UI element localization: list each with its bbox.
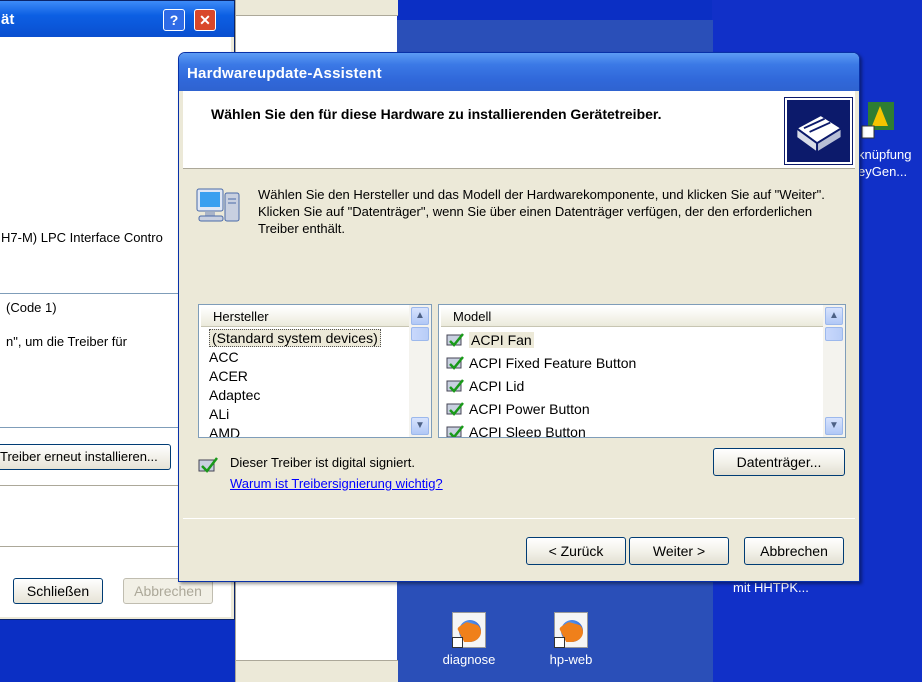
signed-driver-icon (446, 425, 464, 437)
close-dialog-button[interactable]: Schließen (13, 578, 103, 604)
cancel-button[interactable]: Abbrechen (744, 537, 844, 565)
list-item[interactable]: ACPI Lid (439, 375, 636, 398)
wizard-heading: Wählen Sie den für diese Hardware zu ins… (211, 106, 662, 122)
list-item[interactable]: AMD (199, 424, 381, 437)
firefox-shortcut-icon: ↗ (554, 612, 588, 648)
signed-driver-icon (446, 402, 464, 416)
desktop-icon-label: diagnose (442, 652, 496, 667)
reinstall-driver-button[interactable]: Treiber erneut installieren... (0, 444, 171, 470)
wizard-title: Hardwareupdate-Assistent (187, 65, 382, 82)
background-window-2-titlebar (236, 0, 398, 16)
desktop-icon-diagnose[interactable]: ↗ diagnose (429, 612, 509, 667)
device-status-text: n", um die Treiber für (6, 334, 127, 349)
model-column-header: Modell (441, 307, 823, 327)
list-item[interactable]: ALi (199, 405, 381, 424)
manufacturer-scrollbar[interactable]: ▲ ▼ (409, 305, 431, 437)
firefox-shortcut-icon: ↗ (452, 612, 486, 648)
driver-signing-link[interactable]: Warum ist Treibersignierung wichtig? (230, 476, 443, 491)
keygen-shortcut-icon[interactable] (858, 96, 900, 142)
signed-driver-icon (446, 379, 464, 393)
model-listbox[interactable]: Modell ACPI Fan ACPI Fixed Feature Butto… (438, 304, 846, 438)
device-properties-titlebar: ät ? ✕ (0, 1, 234, 37)
scroll-thumb[interactable] (825, 327, 843, 341)
have-disk-button[interactable]: Datenträger... (713, 448, 845, 476)
back-button[interactable]: < Zurück (526, 537, 626, 565)
model-scrollbar[interactable]: ▲ ▼ (823, 305, 845, 437)
device-status-box: (Code 1) n", um die Treiber für (0, 293, 184, 428)
list-item[interactable]: ACC (199, 348, 381, 367)
scroll-down-arrow-icon[interactable]: ▼ (411, 417, 429, 435)
wizard-titlebar[interactable]: Hardwareupdate-Assistent (179, 53, 859, 91)
desktop-icon-keygen-label: knüpfung eyGen... (858, 147, 912, 179)
signed-driver-icon (446, 356, 464, 370)
next-button[interactable]: Weiter > (629, 537, 729, 565)
signed-driver-icon (446, 333, 464, 347)
background-window-2-statusbar (236, 660, 398, 682)
desktop-icon-label-partial: mit HHTPK... (733, 580, 809, 595)
computer-icon (196, 188, 240, 222)
signed-driver-icon (198, 457, 218, 473)
instructions-text: Wählen Sie den Hersteller und das Modell… (258, 187, 825, 236)
divider (183, 518, 855, 519)
scroll-down-arrow-icon[interactable]: ▼ (825, 417, 843, 435)
manufacturer-listbox[interactable]: Hersteller (Standard system devices) ACC… (198, 304, 432, 438)
model-list: ACPI Fan ACPI Fixed Feature Button ACPI … (439, 329, 636, 437)
wizard-header: Wählen Sie den für diese Hardware zu ins… (183, 91, 855, 169)
digitally-signed-text: Dieser Treiber ist digital signiert. (230, 455, 415, 470)
list-item[interactable]: ACER (199, 367, 381, 386)
scroll-up-arrow-icon[interactable]: ▲ (411, 307, 429, 325)
list-item[interactable]: ACPI Fixed Feature Button (439, 352, 636, 375)
scroll-up-arrow-icon[interactable]: ▲ (825, 307, 843, 325)
manufacturer-column-header: Hersteller (201, 307, 409, 327)
list-item[interactable]: ACPI Sleep Button (439, 421, 636, 437)
device-properties-title: ät (1, 11, 15, 28)
device-status-code: (Code 1) (6, 300, 57, 315)
list-item[interactable]: (Standard system devices) (199, 329, 381, 348)
desktop-icon-hp-web[interactable]: ↗ hp-web (531, 612, 611, 667)
list-item[interactable]: Adaptec (199, 386, 381, 405)
list-item[interactable]: ACPI Power Button (439, 398, 636, 421)
close-button[interactable]: ✕ (194, 9, 216, 31)
desktop-icon-label: hp-web (549, 652, 593, 667)
scroll-thumb[interactable] (411, 327, 429, 341)
help-button[interactable]: ? (163, 9, 185, 31)
device-name-label: H7-M) LPC Interface Contro (1, 230, 163, 245)
hardware-update-wizard: Hardwareupdate-Assistent Wählen Sie den … (178, 52, 860, 582)
list-item[interactable]: ACPI Fan (439, 329, 636, 352)
hardware-card-icon (784, 97, 853, 165)
manufacturer-list: (Standard system devices) ACC ACER Adapt… (199, 329, 381, 437)
